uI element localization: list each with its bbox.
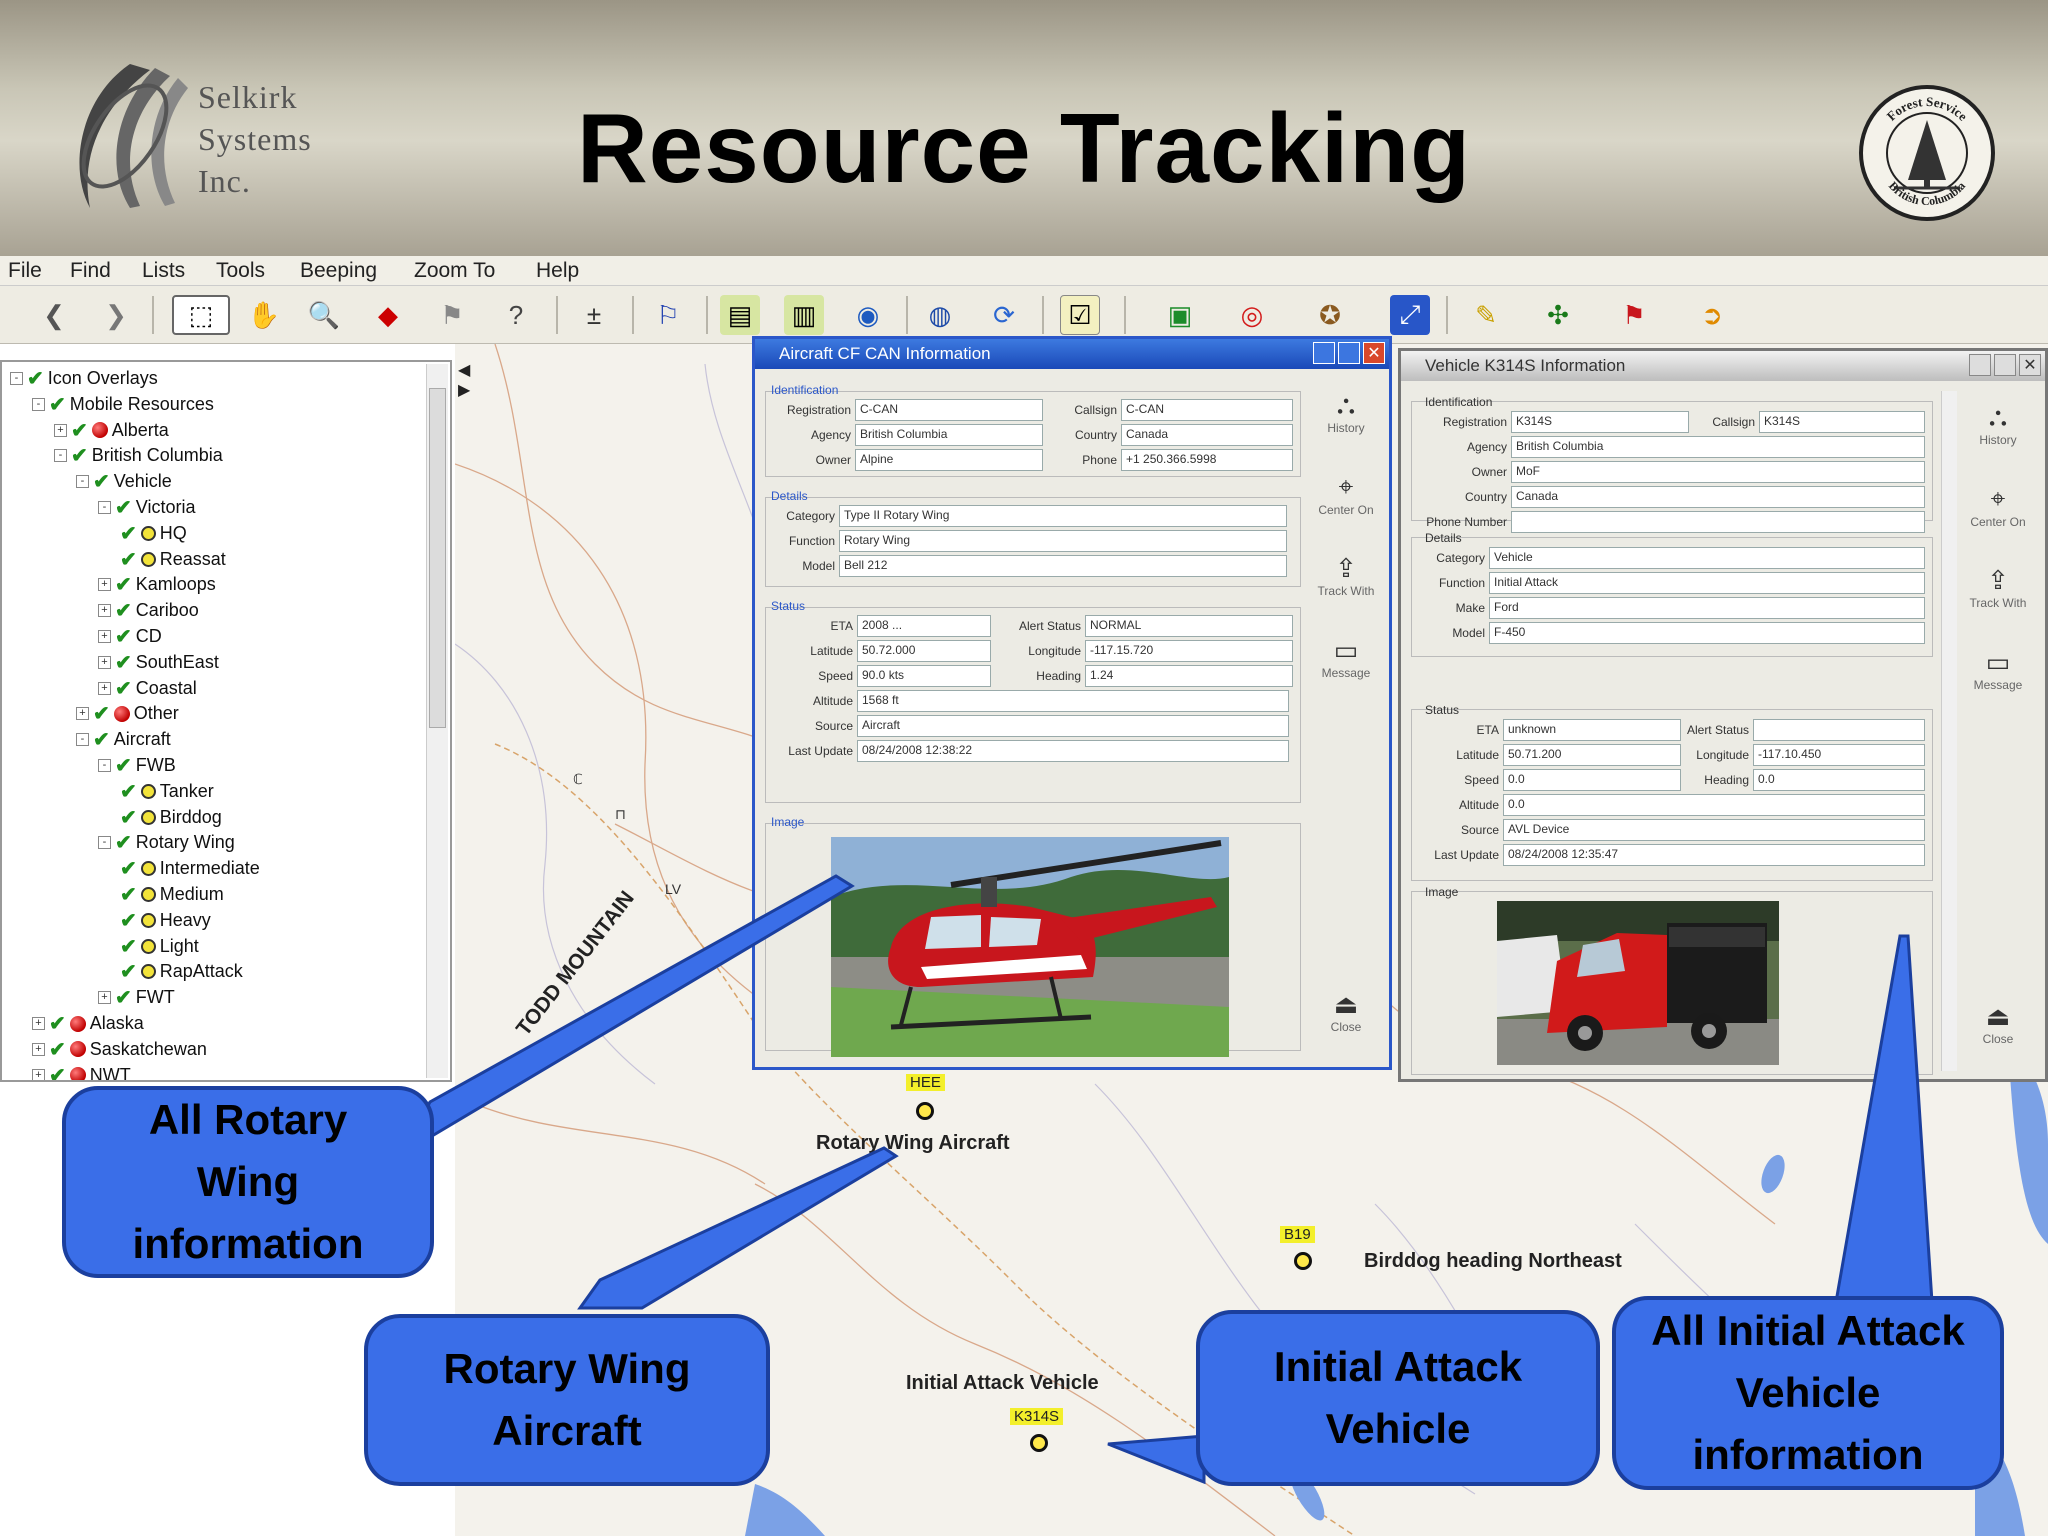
slide-title: Resource Tracking xyxy=(577,93,1471,203)
callout-rotary-wing-aircraft: Rotary Wing Aircraft xyxy=(364,1314,770,1486)
application-window: File Find Lists Tools Beeping Zoom To He… xyxy=(0,256,2048,1536)
callout-initial-attack-vehicle: Initial Attack Vehicle xyxy=(1196,1310,1600,1486)
slide-header: Selkirk Systems Inc. Resource Tracking F… xyxy=(0,0,2048,256)
callout-all-initial-attack-vehicle-information: All Initial Attack Vehicle information xyxy=(1612,1296,2004,1490)
forest-service-seal: Forest Service British Columbia xyxy=(1858,84,1996,222)
callout-all-rotary-wing-information: All Rotary Wing information xyxy=(62,1086,434,1278)
